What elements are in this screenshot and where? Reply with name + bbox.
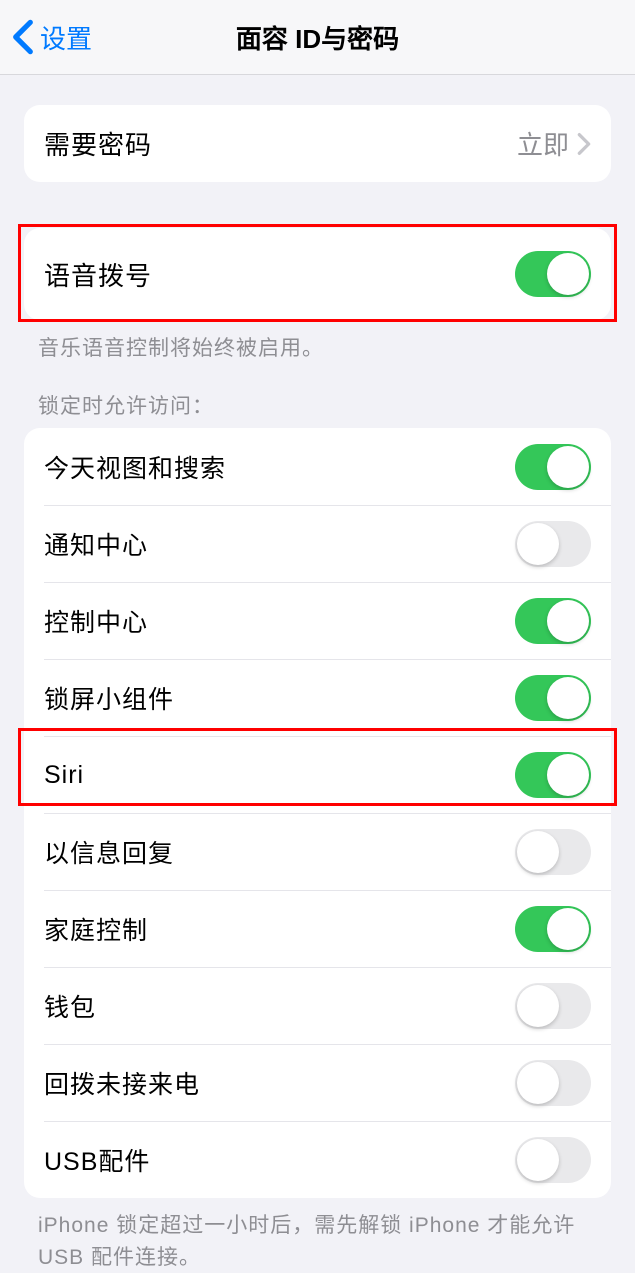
list-item-toggle[interactable]: [515, 675, 591, 721]
require-passcode-section: 需要密码 立即: [24, 105, 611, 182]
list-item-toggle[interactable]: [515, 983, 591, 1029]
require-passcode-value: 立即: [517, 125, 591, 162]
list-item-toggle[interactable]: [515, 1060, 591, 1106]
voice-dial-label: 语音拨号: [44, 256, 152, 293]
chevron-right-icon: [577, 132, 591, 156]
nav-header: 设置 面容 ID与密码: [0, 0, 635, 75]
list-row: 通知中心: [24, 505, 611, 582]
list-row: 回拨未接来电: [24, 1044, 611, 1121]
list-row: 家庭控制: [24, 890, 611, 967]
list-item-toggle[interactable]: [515, 1137, 591, 1183]
list-item-toggle[interactable]: [515, 444, 591, 490]
chevron-left-icon: [12, 18, 34, 56]
list-item-label: Siri: [44, 761, 84, 790]
list-row: 锁屏小组件: [24, 659, 611, 736]
allow-access-list: 今天视图和搜索通知中心控制中心锁屏小组件 Siri 以信息回复家庭控制钱包回拨未接来…: [24, 428, 611, 1198]
list-row: 今天视图和搜索: [24, 428, 611, 505]
list-item-label: 控制中心: [44, 603, 148, 639]
list-item-toggle[interactable]: [515, 521, 591, 567]
list-row: USB配件: [24, 1121, 611, 1198]
list-item-toggle[interactable]: [515, 752, 591, 798]
back-button[interactable]: 设置: [0, 18, 92, 56]
list-row: 钱包: [24, 967, 611, 1044]
list-item-toggle[interactable]: [515, 906, 591, 952]
voice-dial-note: 音乐语音控制将始终被启用。: [0, 320, 635, 362]
voice-dial-section: 语音拨号: [24, 228, 611, 320]
require-passcode-label: 需要密码: [44, 125, 152, 162]
list-item-toggle[interactable]: [515, 829, 591, 875]
list-item-label: 以信息回复: [44, 834, 174, 870]
list-item-label: 锁屏小组件: [44, 680, 174, 716]
list-row: Siri: [24, 736, 611, 813]
voice-dial-row: 语音拨号: [24, 228, 611, 320]
list-item-label: 今天视图和搜索: [44, 449, 226, 485]
allow-access-header: 锁定时允许访问：: [0, 362, 635, 428]
list-item-label: 家庭控制: [44, 911, 148, 947]
list-item-toggle[interactable]: [515, 598, 591, 644]
list-row: 控制中心: [24, 582, 611, 659]
list-item-label: USB配件: [44, 1142, 150, 1178]
list-item-label: 通知中心: [44, 526, 148, 562]
list-item-label: 钱包: [44, 988, 96, 1024]
require-passcode-row[interactable]: 需要密码 立即: [24, 105, 611, 182]
page-title: 面容 ID与密码: [0, 19, 635, 56]
require-passcode-value-text: 立即: [517, 125, 569, 162]
back-label: 设置: [40, 19, 92, 56]
voice-dial-toggle[interactable]: [515, 251, 591, 297]
list-row: 以信息回复: [24, 813, 611, 890]
list-item-label: 回拨未接来电: [44, 1065, 200, 1101]
usb-note: iPhone 锁定超过一小时后，需先解锁 iPhone 才能允许 USB 配件连…: [0, 1198, 635, 1273]
